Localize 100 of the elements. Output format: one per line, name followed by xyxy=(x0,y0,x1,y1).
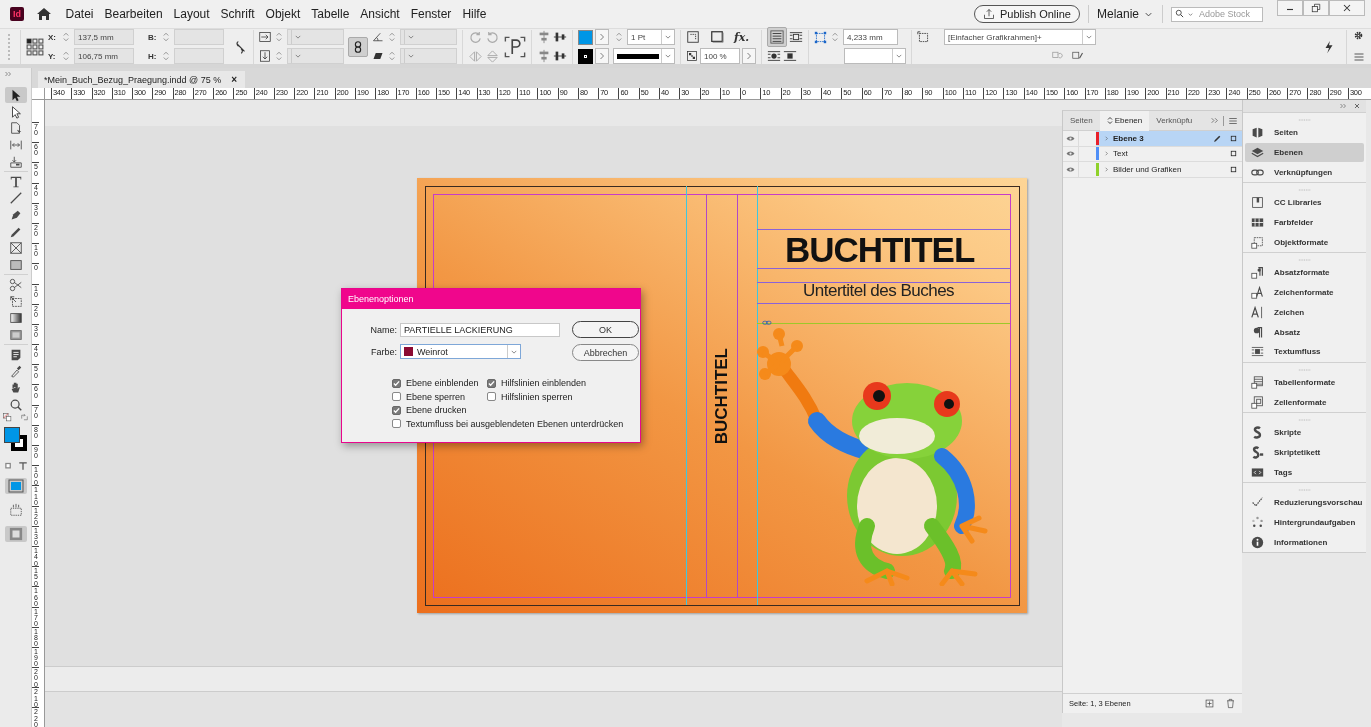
close-tab-button[interactable]: × xyxy=(231,74,238,85)
broken-chain-icon[interactable] xyxy=(234,39,248,54)
eye-icon[interactable] xyxy=(1066,133,1075,143)
rotation-field[interactable] xyxy=(400,29,457,45)
menu-item[interactable]: Schrift xyxy=(215,4,261,24)
color-dropdown[interactable]: Weinrot xyxy=(400,344,521,360)
panel-tab[interactable]: Seiten xyxy=(1063,110,1100,131)
p-frame-icon[interactable] xyxy=(504,35,526,58)
frame-fitting-icon[interactable] xyxy=(686,30,700,44)
dialog-button[interactable]: Abbrechen xyxy=(572,344,639,361)
wrap-none-button[interactable] xyxy=(767,27,787,47)
new-layer-icon[interactable] xyxy=(1204,697,1215,709)
panel-button[interactable]: Zellenformate xyxy=(1245,392,1364,412)
settings-icon[interactable] xyxy=(1353,30,1364,41)
fill-stroke-swatches[interactable] xyxy=(3,426,28,453)
default-colors-icon[interactable] xyxy=(2,413,12,423)
panel-button[interactable]: Reduzierungsvorschau xyxy=(1245,493,1364,513)
height-field[interactable] xyxy=(174,48,224,64)
distribute-icon[interactable] xyxy=(553,49,567,63)
menu-item[interactable]: Fenster xyxy=(405,4,457,24)
stroke-swatch[interactable] xyxy=(578,48,593,64)
checkbox[interactable] xyxy=(487,378,496,388)
panel-button[interactable]: CC Libraries xyxy=(1245,193,1364,213)
document-tab[interactable]: *Mein_Buch_Bezug_Praegung.indd @ 75 % × xyxy=(38,71,246,88)
dimension-icon[interactable] xyxy=(814,30,827,44)
more-tabs-icon[interactable] xyxy=(1210,116,1219,125)
width-field[interactable] xyxy=(174,29,224,45)
menu-item[interactable]: Layout xyxy=(168,4,216,24)
wrap-shape-icon[interactable] xyxy=(767,49,781,63)
checkbox[interactable] xyxy=(392,392,401,401)
break-link-icon[interactable] xyxy=(1072,50,1084,62)
panel-button[interactable]: Tabellenformate xyxy=(1245,372,1364,393)
constrain-button[interactable] xyxy=(348,36,368,57)
object-style-icon[interactable] xyxy=(917,30,930,44)
menu-item[interactable]: Ansicht xyxy=(354,4,406,24)
menu-item[interactable]: Objekt xyxy=(260,4,306,24)
menu-item[interactable]: Hilfe xyxy=(456,4,492,24)
menu-icon[interactable] xyxy=(1353,51,1365,63)
checkbox[interactable] xyxy=(487,392,496,401)
shear-icon[interactable] xyxy=(372,50,384,62)
x-field[interactable]: 137,5 mm xyxy=(74,29,134,45)
panel-button[interactable]: Skripte xyxy=(1245,422,1364,443)
tool-button[interactable] xyxy=(4,87,27,104)
distribute-icon[interactable] xyxy=(553,30,567,44)
opacity-icon[interactable] xyxy=(686,50,698,62)
frame-icon[interactable] xyxy=(710,30,724,44)
dialog-button[interactable]: OK xyxy=(572,321,639,338)
eye-icon[interactable] xyxy=(1066,149,1075,159)
dropdown-field[interactable] xyxy=(844,48,906,64)
close-icon[interactable] xyxy=(1353,102,1361,110)
opacity-field[interactable]: 100 % xyxy=(700,48,740,64)
fill-swatch[interactable] xyxy=(578,29,593,45)
menu-item[interactable]: Tabelle xyxy=(305,4,355,24)
jump-object-icon[interactable] xyxy=(783,49,797,63)
trash-icon[interactable] xyxy=(1225,697,1236,709)
layer-row[interactable]: Text xyxy=(1063,146,1242,162)
reference-point-icon[interactable] xyxy=(26,37,44,56)
home-icon[interactable] xyxy=(36,6,52,22)
menu-item[interactable]: Bearbeiten xyxy=(99,4,169,24)
panel-button[interactable]: Informationen xyxy=(1245,532,1364,553)
rotate-clockwise-icon[interactable] xyxy=(468,29,483,45)
menu-item[interactable]: Datei xyxy=(60,4,99,24)
layer-row[interactable]: Ebene 3 xyxy=(1063,131,1242,147)
checkbox[interactable] xyxy=(392,405,401,415)
user-menu[interactable]: Melanie xyxy=(1096,7,1154,21)
checkbox[interactable] xyxy=(392,419,401,428)
screen-mode-icon[interactable] xyxy=(8,503,23,518)
panel-button[interactable]: Seiten xyxy=(1245,123,1364,143)
color-mode-button[interactable] xyxy=(4,478,27,495)
panel-button[interactable]: Textumfluss xyxy=(1245,341,1364,362)
stroke-type-dropdown[interactable] xyxy=(613,48,675,64)
horizontal-scrollbar[interactable] xyxy=(45,665,1062,691)
object-style-dropdown[interactable]: [Einfacher Grafikrahmen]+ xyxy=(944,29,1096,45)
wrap-box-icon[interactable] xyxy=(789,30,803,44)
swap-icon[interactable] xyxy=(19,413,29,423)
layer-row[interactable]: Bilder und Grafiken xyxy=(1063,162,1242,178)
panel-button[interactable]: Absatzformate xyxy=(1245,263,1364,283)
scale-x-icon[interactable] xyxy=(259,31,271,43)
effects-button[interactable]: fx. xyxy=(734,30,750,44)
eye-icon[interactable] xyxy=(1066,164,1075,174)
panel-button[interactable]: Verknüpfungen xyxy=(1245,162,1364,183)
panel-button[interactable]: Absatz xyxy=(1245,322,1364,342)
app-logo[interactable]: Id xyxy=(10,7,24,21)
name-field[interactable]: PARTIELLE LACKIERUNG xyxy=(400,322,560,337)
panel-tab[interactable]: Ebenen xyxy=(1099,110,1150,131)
panel-menu-icon[interactable] xyxy=(1228,115,1238,126)
panel-button[interactable]: Hintergrundaufgaben xyxy=(1245,512,1364,533)
scale-y-icon[interactable] xyxy=(259,50,271,62)
scale-x-field[interactable] xyxy=(287,29,344,45)
y-field[interactable]: 106,75 mm xyxy=(74,48,134,64)
panel-button[interactable]: Zeichen xyxy=(1245,302,1364,323)
panel-button[interactable]: Skriptetikett xyxy=(1245,442,1364,463)
restore-button[interactable] xyxy=(1303,0,1329,16)
panel-button[interactable]: Zeichenformate xyxy=(1245,282,1364,303)
angle-icon[interactable] xyxy=(372,31,384,43)
panel-tab[interactable]: Verknüpfu xyxy=(1149,110,1200,131)
scale-y-field[interactable] xyxy=(287,48,344,64)
shear-field[interactable] xyxy=(400,48,457,64)
clear-overrides-icon[interactable] xyxy=(1052,50,1064,62)
checkbox[interactable] xyxy=(392,378,401,388)
